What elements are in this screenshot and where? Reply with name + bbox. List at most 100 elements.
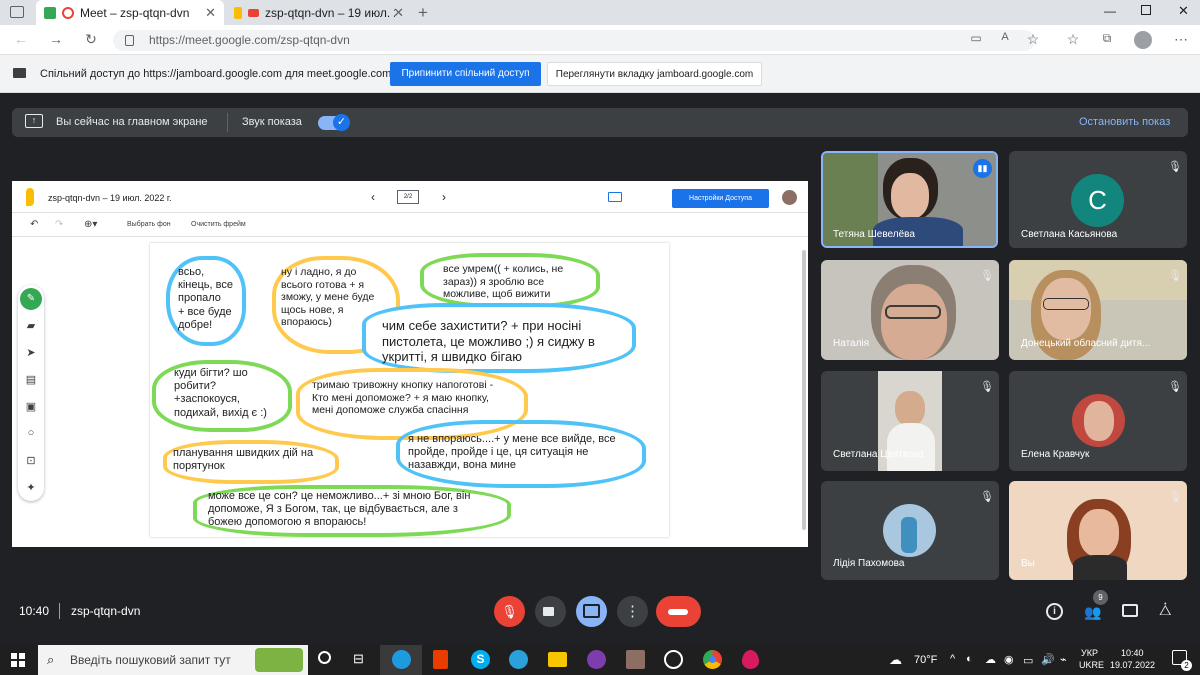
laser-icon[interactable]: ✦ [24, 481, 38, 494]
avatar[interactable] [782, 190, 797, 205]
collections-icon[interactable]: ⧉ [1098, 31, 1116, 46]
redo-icon[interactable]: ↷ [55, 219, 63, 230]
scrollbar[interactable] [802, 250, 806, 530]
mic-off-icon: 🎙 [1168, 491, 1182, 503]
activities-icon[interactable]: ⧊ [1159, 602, 1172, 619]
avatar-face [1084, 401, 1114, 441]
participant-name: Тетяна Шевелёва [833, 229, 915, 240]
info-icon[interactable]: i [1046, 603, 1063, 620]
participant-tile[interactable]: ▮▮ Тетяна Шевелёва [821, 151, 998, 248]
glasses [1043, 298, 1089, 310]
camera-in-use-icon[interactable]: ▭ [967, 31, 985, 45]
tab-actions-icon[interactable] [10, 6, 24, 18]
note-text[interactable]: куди бігти? шо робити? +заспокоуся, поди… [174, 367, 267, 420]
note-text[interactable]: все умрем(( + колись, не зараз)) я зробл… [443, 263, 563, 301]
zoom-icon[interactable]: ⊕▾ [84, 219, 97, 230]
image-icon[interactable]: ▣ [24, 400, 38, 413]
view-tab-button[interactable]: Переглянути вкладку jamboard.google.com [547, 62, 762, 86]
language-indicator[interactable]: УКР [1081, 648, 1098, 658]
select-icon[interactable]: ➤ [24, 346, 38, 359]
new-tab-icon[interactable]: + [418, 3, 428, 23]
prev-frame-icon[interactable]: ‹ [371, 190, 375, 204]
back-icon[interactable]: ← [12, 31, 30, 47]
participant-tile[interactable]: С 🎙 Светлана Касьянова [1009, 151, 1187, 248]
present-jam-icon[interactable] [608, 192, 622, 202]
stop-presenting-button[interactable]: Остановить показ [1079, 116, 1170, 128]
read-aloud-icon[interactable]: A [996, 31, 1014, 43]
participant-tile[interactable]: 🎙 Вы [1009, 481, 1187, 580]
tray-expand-icon[interactable]: ^ [950, 653, 955, 665]
circle-icon[interactable]: ○ [24, 427, 38, 439]
participant-tile[interactable]: 🎙 Елена Кравчук [1009, 371, 1187, 471]
network-icon[interactable]: ⌁ [1060, 653, 1067, 666]
note-text[interactable]: може все це сон? це неможливо...+ зі мно… [208, 490, 470, 530]
maximize-icon[interactable] [1141, 5, 1151, 15]
note-text[interactable]: тримаю тривожну кнопку напоготові - Кто … [312, 379, 493, 417]
tab-meet[interactable]: Meet – zsp-qtqn-dvn ✕ [36, 0, 224, 25]
favorites-icon[interactable]: ☆ [1064, 31, 1082, 48]
weather-temp[interactable]: 70°F [914, 654, 937, 666]
more-menu-icon[interactable]: ⋯ [1172, 31, 1190, 48]
access-settings-button[interactable]: Настройки Доступа [672, 189, 769, 208]
paint-app-icon[interactable] [742, 650, 759, 669]
tab-jamboard[interactable]: zsp-qtqn-dvn – 19 июл. 2022 ✕ [226, 0, 412, 25]
address-bar[interactable]: https://meet.google.com/zsp-qtqn-dvn [113, 30, 1035, 51]
tray-icon[interactable]: ◉ [1004, 653, 1014, 666]
undo-icon[interactable]: ↶ [30, 219, 38, 230]
volume-icon[interactable]: 🔊 [1041, 653, 1055, 666]
keyboard-layout[interactable]: UKRE [1079, 660, 1104, 670]
next-frame-icon[interactable]: › [442, 190, 446, 204]
close-tab-icon[interactable]: ✕ [205, 5, 216, 21]
participant-name: Вы [1021, 558, 1035, 569]
clear-frame-button[interactable]: Очистить фрейм [191, 221, 246, 228]
skype-icon[interactable]: S [471, 650, 490, 669]
favorite-add-icon[interactable]: ☆ [1024, 31, 1042, 48]
reload-icon[interactable]: ↻ [82, 31, 100, 48]
tray-icon[interactable]: ◐ [966, 653, 973, 665]
participant-tile[interactable]: 🎙 Лідія Пахомова [821, 481, 999, 580]
participant-tile[interactable]: 🎙 Наталія [821, 260, 999, 360]
cortana-icon[interactable] [318, 651, 331, 664]
jam-title: zsp-qtqn-dvn – 19 июл. 2022 г. [48, 193, 172, 203]
frame-counter[interactable]: 2/2 [397, 190, 419, 204]
more-options-button[interactable]: ⋮ [617, 596, 648, 627]
note-text[interactable]: планування швидких дій на порятунок [173, 447, 313, 473]
viber-icon[interactable] [587, 650, 606, 669]
clock-date[interactable]: 19.07.2022 [1110, 660, 1155, 670]
note-text[interactable]: всьо, кінець, все пропало + все буде доб… [178, 266, 233, 332]
office-icon[interactable] [433, 650, 448, 669]
note-text[interactable]: чим себе захистити? + при носіні пистоле… [382, 318, 595, 365]
people-icon[interactable]: 👥 [1084, 604, 1101, 621]
file-explorer-icon[interactable] [548, 652, 567, 667]
photos-icon[interactable] [626, 650, 645, 669]
participant-tile[interactable]: 🎙 Донецький обласний дитя... [1009, 260, 1187, 360]
telegram-icon[interactable] [509, 650, 528, 669]
windows-start-icon[interactable] [11, 653, 25, 667]
set-background-button[interactable]: Выбрать фон [127, 221, 171, 228]
mic-off-button[interactable]: 🎙 [494, 596, 525, 627]
note-text[interactable]: я не впораюсь....+ у мене все вийде, все… [408, 433, 616, 473]
profile-avatar[interactable] [1134, 31, 1152, 49]
chat-icon[interactable] [1122, 604, 1138, 617]
pen-icon[interactable]: ✎ [20, 288, 42, 310]
close-tab-icon[interactable]: ✕ [393, 5, 404, 21]
note-text[interactable]: ну і ладно, я до всього готова + я зможу… [281, 266, 374, 329]
stop-sharing-button[interactable]: Припинити спільний доступ [390, 62, 541, 86]
participant-tile[interactable]: 🎙 Светлана Цвяткова [821, 371, 999, 471]
site-info-icon[interactable] [125, 35, 134, 46]
task-view-icon[interactable]: ⊟ [353, 651, 364, 667]
window-close-icon[interactable]: ✕ [1178, 3, 1189, 19]
tray-icon[interactable]: ☁ [985, 653, 996, 666]
sticky-note-icon[interactable]: ▤ [24, 373, 38, 386]
battery-icon[interactable]: ▭ [1023, 654, 1033, 667]
weather-icon[interactable]: ☁ [889, 652, 902, 668]
text-box-icon[interactable]: ⊡ [24, 454, 38, 467]
minimize-icon[interactable]: — [1104, 4, 1116, 18]
search-icon: ⌕ [47, 652, 55, 667]
eraser-icon[interactable]: ▰ [24, 319, 38, 332]
obs-icon[interactable] [664, 650, 683, 669]
clock-time[interactable]: 10:40 [1121, 648, 1144, 658]
forward-icon[interactable]: → [47, 31, 65, 47]
avatar-figure [901, 517, 917, 553]
speaking-indicator-icon: ▮▮ [973, 159, 992, 178]
